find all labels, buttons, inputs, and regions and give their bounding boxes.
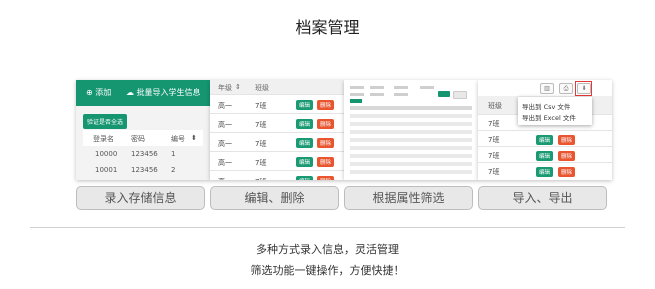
plus-circle-icon: ⊕ [86, 88, 93, 97]
columns-icon[interactable]: ▥ [540, 83, 554, 94]
table-row: 10001 123456 2 [95, 166, 176, 174]
export-excel-option[interactable]: 导出到 Excel 文件 [522, 112, 576, 122]
filter-reset-button[interactable] [453, 91, 467, 99]
card-import-export: ▥ ⎙ ⬇ 班级 7班 7班 编辑 删除 7班 编辑 删除 7班 编辑 删除 导… [478, 80, 612, 180]
edit-button[interactable]: 编辑 [536, 167, 554, 177]
edit-button[interactable]: 编辑 [296, 176, 314, 180]
edit-button[interactable]: 编辑 [296, 138, 314, 148]
table-row: 高一 7班 编辑 删除 [210, 170, 344, 180]
divider [30, 227, 625, 228]
caption-filter: 根据属性筛选 [344, 186, 473, 210]
table-header: 年级 ⇕ 班级 [210, 80, 344, 94]
table-row: 高一 7班 编辑 删除 [210, 94, 344, 114]
delete-button[interactable]: 删除 [558, 135, 576, 145]
delete-button[interactable]: 删除 [317, 138, 335, 148]
caption-import-export: 导入、导出 [478, 186, 607, 210]
results-table [350, 104, 472, 174]
table-header: 登录名 密码 编号 ⬍ [83, 130, 203, 146]
delete-button[interactable]: 删除 [558, 151, 576, 161]
delete-button[interactable]: 删除 [558, 167, 576, 177]
footer-line-1: 多种方式录入信息，灵活管理 [256, 243, 399, 256]
caption-edit-delete: 编辑、删除 [210, 186, 339, 210]
table-row: 7班 编辑 删除 [478, 162, 612, 179]
table-row: 高一 7班 编辑 删除 [210, 151, 344, 171]
verify-select-all-button[interactable]: 验证是否全选 [83, 114, 128, 129]
sort-icon[interactable]: ⇕ [235, 83, 241, 91]
cloud-upload-icon: ☁ [126, 88, 134, 97]
table-row: 高一 7班 编辑 删除 [210, 132, 344, 152]
edit-button[interactable]: 编辑 [536, 151, 554, 161]
edit-button[interactable]: 编辑 [536, 135, 554, 145]
caption-input: 录入存储信息 [76, 186, 205, 210]
delete-button[interactable]: 删除 [317, 119, 335, 129]
export-csv-option[interactable]: 导出到 Csv 文件 [522, 101, 570, 111]
table-row: 10000 123456 1 [95, 150, 176, 158]
delete-button[interactable]: 删除 [317, 100, 335, 110]
page-title: 档案管理 [295, 18, 360, 37]
card-edit-delete: 年级 ⇕ 班级 高一 7班 编辑 删除 高一 7班 编辑 删除 高一 7班 编辑… [210, 80, 344, 180]
table-row: 7班 编辑 删除 [478, 130, 612, 147]
export-highlight [575, 81, 592, 96]
footer-line-2: 筛选功能一键操作，方便快捷！ [250, 264, 405, 277]
export-dropdown-menu: 导出到 Csv 文件 导出到 Excel 文件 [518, 97, 592, 125]
edit-button[interactable]: 编辑 [296, 119, 314, 129]
filter-search-button[interactable] [438, 91, 450, 97]
table-row: 高一 7班 编辑 删除 [210, 113, 344, 133]
print-icon[interactable]: ⎙ [559, 83, 573, 94]
delete-button[interactable]: 删除 [317, 176, 335, 180]
edit-button[interactable]: 编辑 [296, 100, 314, 110]
batch-import-button[interactable]: ☁ 批量导入学生信息 [126, 87, 201, 98]
delete-button[interactable]: 删除 [317, 157, 335, 167]
add-button[interactable]: ⊕ 添加 [86, 87, 111, 98]
card-filter [344, 80, 478, 180]
edit-button[interactable]: 编辑 [296, 157, 314, 167]
table-row: 7班 编辑 删除 [478, 146, 612, 163]
card-input: ⊕ 添加 ☁ 批量导入学生信息 验证是否全选 登录名 密码 编号 ⬍ 10000… [76, 80, 210, 180]
sort-icon[interactable]: ⬍ [191, 134, 197, 142]
filter-tag[interactable] [350, 99, 362, 103]
